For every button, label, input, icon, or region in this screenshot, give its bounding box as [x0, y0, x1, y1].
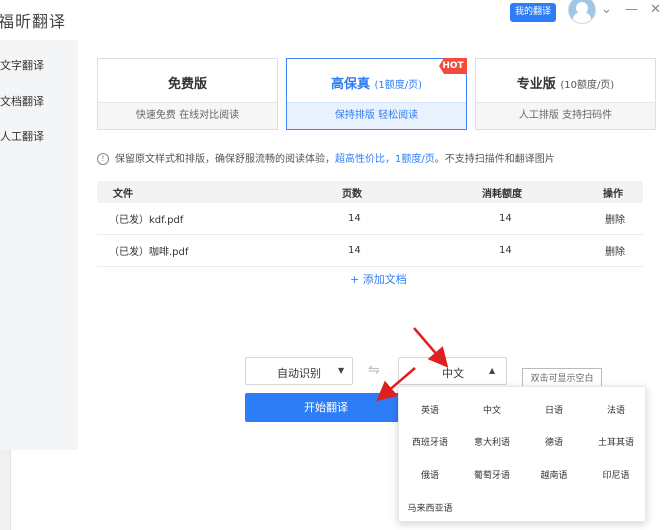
annotation-arrow-to-target-language [413, 327, 449, 368]
annotation-arrow-to-start-button [376, 367, 416, 402]
annotation-arrows [376, 327, 449, 402]
